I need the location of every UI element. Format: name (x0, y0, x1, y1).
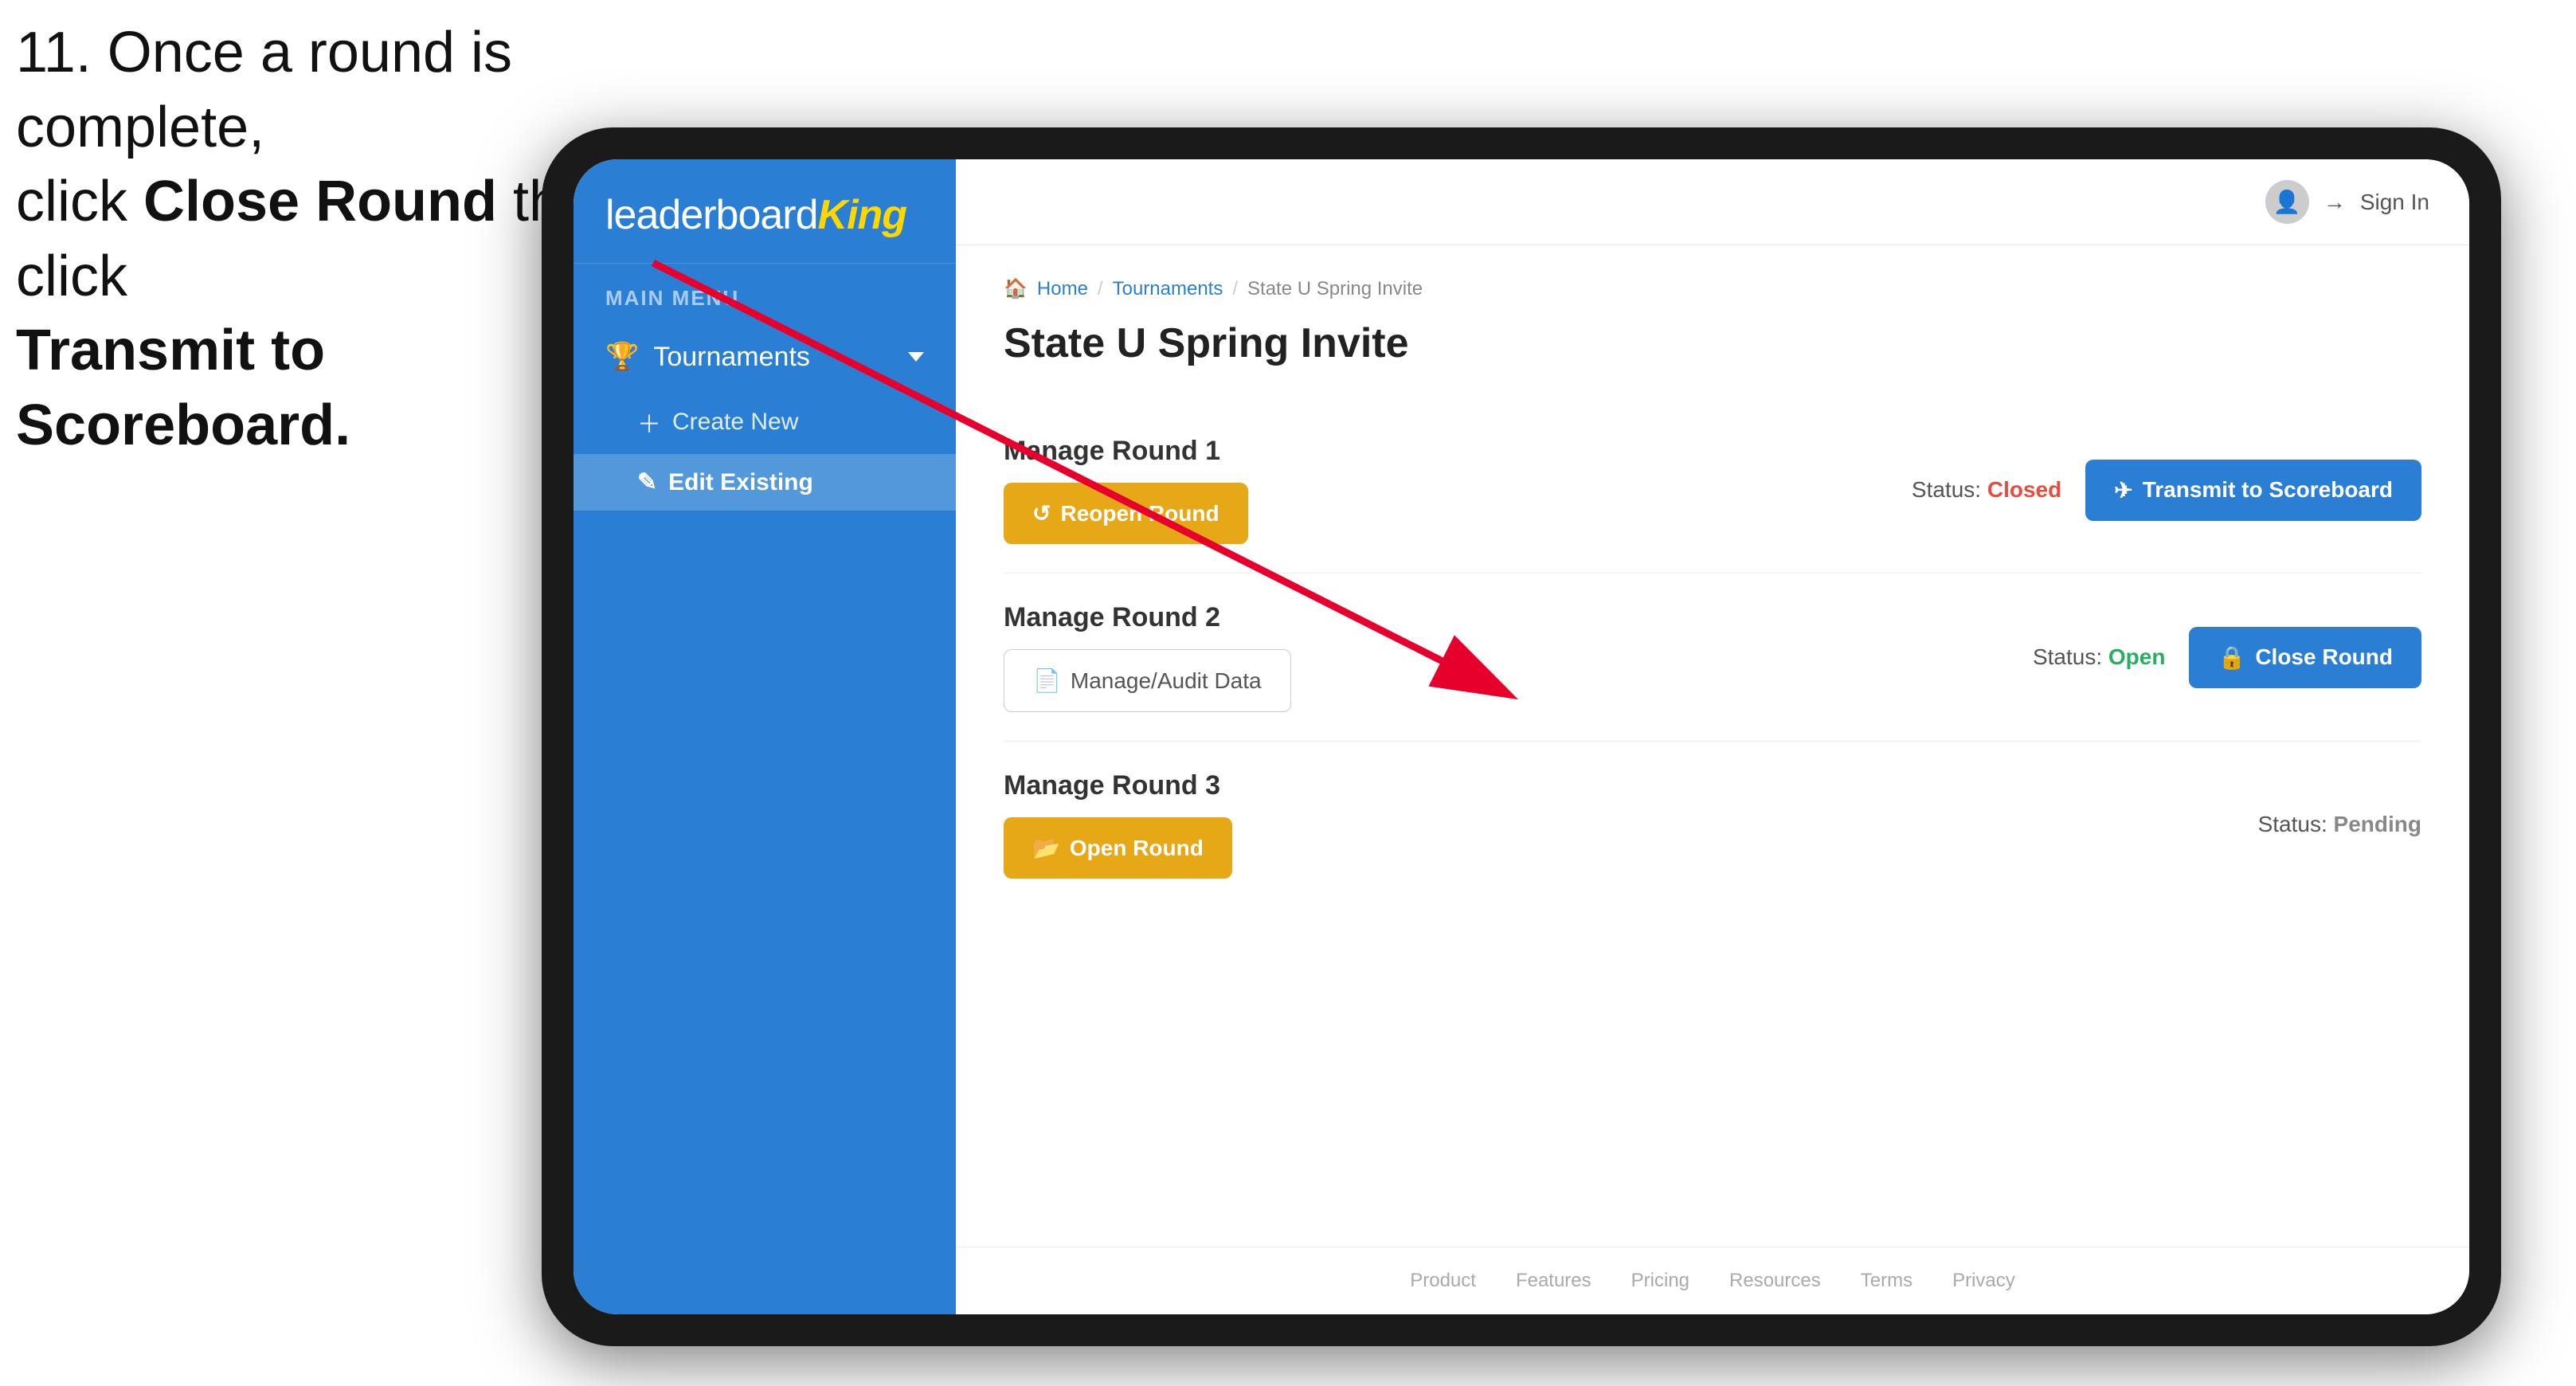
breadcrumb: 🏠 Home / Tournaments / State U Spring In… (1004, 277, 2421, 300)
sidebar: leaderboardKing MAIN MENU 🏆 Tournaments … (574, 159, 956, 1314)
folder-icon: 📂 (1032, 835, 1060, 861)
tournaments-left: 🏆 Tournaments (605, 341, 810, 373)
round-card-3: Manage Round 3 📂 Open Round Status: (1004, 742, 2421, 907)
round-3-status-value: Pending (2334, 812, 2421, 836)
transmit-to-scoreboard-button[interactable]: ✈ Transmit to Scoreboard (2085, 460, 2421, 521)
footer-features[interactable]: Features (1516, 1270, 1591, 1292)
status-label-1: Status: (1912, 477, 1981, 502)
app-layout: leaderboardKing MAIN MENU 🏆 Tournaments … (574, 159, 2469, 1314)
trophy-icon: 🏆 (605, 341, 639, 373)
round-2-actions: 📄 Manage/Audit Data (1004, 649, 1944, 712)
reopen-round-button[interactable]: ↺ Reopen Round (1004, 483, 1248, 544)
round-1-status-value: Closed (1987, 477, 2061, 502)
edit-icon: ✎ (637, 468, 657, 496)
breadcrumb-current: State U Spring Invite (1247, 278, 1423, 300)
round-3-status-area: Status: Pending (1944, 812, 2421, 837)
edit-existing-label: Edit Existing (668, 469, 813, 496)
open-round-button[interactable]: 📂 Open Round (1004, 817, 1232, 879)
round-1-status-area: Status: Closed ✈ Transmit to Scoreboard (1912, 460, 2421, 521)
sidebar-sub-create-new[interactable]: ＋ Create New (574, 390, 956, 454)
arrow-icon: → (2323, 190, 2346, 215)
plus-icon: ＋ (637, 405, 661, 440)
breadcrumb-tournaments[interactable]: Tournaments (1113, 278, 1223, 300)
round-card-1: Manage Round 1 ↺ Reopen Round Status: (1004, 407, 2421, 574)
footer-resources[interactable]: Resources (1729, 1270, 1821, 1292)
instruction-transmit-bold: Transmit to Scoreboard. (16, 319, 350, 457)
footer-product[interactable]: Product (1410, 1270, 1476, 1292)
status-label-3: Status: (2258, 812, 2327, 836)
logo: leaderboardKing (605, 191, 924, 239)
doc-icon: 📄 (1033, 668, 1061, 694)
app-header: 👤 → Sign In (956, 159, 2469, 245)
main-content: 👤 → Sign In 🏠 Home / Tournaments / State (956, 159, 2469, 1314)
reopen-round-label: Reopen Round (1060, 501, 1219, 527)
sidebar-item-tournaments[interactable]: 🏆 Tournaments (574, 323, 956, 390)
sign-in-label: Sign In (2360, 190, 2429, 215)
round-3-info: Manage Round 3 📂 Open Round (1004, 770, 1944, 879)
close-round-button[interactable]: 🔒 Close Round (2189, 627, 2421, 688)
sidebar-sub-edit-existing[interactable]: ✎ Edit Existing (574, 454, 956, 511)
logo-leaderboard: leaderboard (605, 192, 818, 238)
tablet-device: leaderboardKing MAIN MENU 🏆 Tournaments … (542, 127, 2501, 1346)
footer-terms[interactable]: Terms (1861, 1270, 1912, 1292)
send-icon: ✈ (2114, 477, 2132, 503)
home-icon: 🏠 (1004, 277, 1028, 300)
sign-in-area[interactable]: 👤 → Sign In (2265, 180, 2429, 224)
round-3-title: Manage Round 3 (1004, 770, 1944, 801)
breadcrumb-home[interactable]: Home (1037, 278, 1088, 300)
content-area: 🏠 Home / Tournaments / State U Spring In… (956, 245, 2469, 1247)
round-3-status: Status: Pending (2258, 812, 2421, 837)
close-round-label: Close Round (2255, 644, 2393, 670)
round-2-title: Manage Round 2 (1004, 602, 1944, 633)
round-2-status-value: Open (2108, 644, 2166, 669)
logo-king: King (818, 192, 907, 238)
footer-privacy[interactable]: Privacy (1952, 1270, 2015, 1292)
chevron-down-icon (908, 352, 924, 362)
transmit-label: Transmit to Scoreboard (2143, 477, 2393, 503)
footer-pricing[interactable]: Pricing (1631, 1270, 1689, 1292)
create-new-label: Create New (672, 409, 798, 436)
round-2-status: Status: Open (2033, 644, 2166, 670)
page-title: State U Spring Invite (1004, 319, 2421, 367)
round-1-title: Manage Round 1 (1004, 436, 1912, 467)
open-round-label: Open Round (1070, 836, 1204, 861)
round-card-2: Manage Round 2 📄 Manage/Audit Data Statu… (1004, 574, 2421, 742)
breadcrumb-sep2: / (1232, 278, 1238, 300)
round-1-status: Status: Closed (1912, 477, 2061, 503)
instruction-close-round-bold: Close Round (143, 170, 497, 233)
logo-area: leaderboardKing (574, 159, 956, 264)
lock-icon: 🔒 (2218, 644, 2245, 671)
round-1-info: Manage Round 1 ↺ Reopen Round (1004, 436, 1912, 544)
round-1-actions: ↺ Reopen Round (1004, 483, 1912, 544)
round-2-status-area: Status: Open 🔒 Close Round (1944, 627, 2421, 688)
app-footer: Product Features Pricing Resources Terms… (956, 1247, 2469, 1314)
refresh-icon: ↺ (1032, 500, 1051, 527)
round-2-info: Manage Round 2 📄 Manage/Audit Data (1004, 602, 1944, 712)
breadcrumb-sep1: / (1098, 278, 1103, 300)
main-menu-label: MAIN MENU (574, 264, 956, 323)
manage-audit-data-button[interactable]: 📄 Manage/Audit Data (1004, 649, 1291, 712)
user-avatar: 👤 (2265, 180, 2309, 224)
status-label-2: Status: (2033, 644, 2102, 669)
manage-audit-label: Manage/Audit Data (1071, 668, 1262, 694)
instruction-line2-prefix: click (16, 170, 143, 233)
tournaments-label: Tournaments (653, 342, 810, 373)
round-3-actions: 📂 Open Round (1004, 817, 1944, 879)
tablet-screen: leaderboardKing MAIN MENU 🏆 Tournaments … (574, 159, 2469, 1314)
